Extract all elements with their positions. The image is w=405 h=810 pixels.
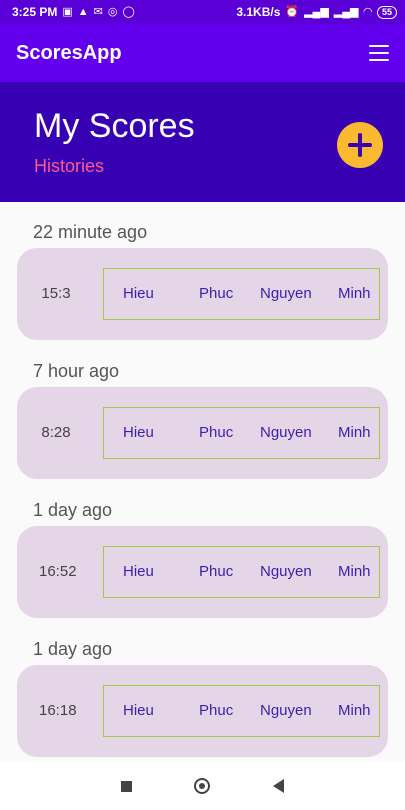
player-name: Phuc [199,285,234,302]
score-card[interactable]: 8:28 Hieu Phuc Nguyen Minh [17,387,388,479]
score-card[interactable]: 16:18 Hieu Phuc Nguyen Minh [17,665,388,757]
status-time: 3:25 PM [12,5,58,19]
time-ago-label: 1 day ago [33,639,113,659]
signal-icon: ▂▄▆ [333,5,359,18]
player-name: Phuc [199,702,234,719]
recents-icon[interactable] [121,780,133,792]
score-value: 8:28 [41,424,71,441]
system-nav-bar [0,762,405,810]
player-name: Hieu [123,702,154,719]
scores-header: My Scores Histories [0,82,405,202]
player-name: Nguyen [260,285,312,302]
players-box: Hieu Phuc Nguyen Minh [103,546,380,598]
add-score-button[interactable] [337,122,383,168]
player-name: Minh [338,702,371,719]
app-title: ScoresApp [16,41,122,64]
time-ago-label: 22 minute ago [33,222,148,242]
time-ago-label: 7 hour ago [33,361,120,381]
whatsapp-icon: ◯ [122,5,135,18]
player-name: Hieu [123,563,154,580]
back-icon[interactable] [272,779,284,793]
player-name: Nguyen [260,424,312,441]
player-name: Hieu [123,424,154,441]
alarm-icon: ⏰ [285,5,300,18]
players-box: Hieu Phuc Nguyen Minh [103,407,380,459]
battery-indicator: 55 [376,5,397,19]
page-subtitle: Histories [34,156,105,176]
menu-icon[interactable] [369,45,389,61]
wifi-icon: ◠ [363,5,372,18]
score-card[interactable]: 15:3 Hieu Phuc Nguyen Minh [17,248,388,340]
score-value: 16:18 [39,702,77,719]
signal-icon: ▂▄▆ [304,5,329,18]
player-name: Phuc [199,563,234,580]
warning-icon: ▲ [77,5,89,18]
app-bar: ScoresApp [0,24,405,82]
image-icon: ▣ [62,5,73,18]
score-value: 16:52 [39,563,77,580]
player-name: Minh [338,424,371,441]
net-speed: 3.1KB/s [236,5,281,19]
status-bar: 3:25 PM ▣ ▲ ✉ ◎ ◯ 3.1KB/s ⏰ ▂▄▆ ▂▄▆ ◠ 55 [0,0,405,24]
time-ago-label: 1 day ago [33,500,113,520]
player-name: Nguyen [260,702,312,719]
list-item: 22 minute ago 15:3 Hieu Phuc Nguyen Minh [0,202,405,341]
player-name: Hieu [123,285,154,302]
player-name: Phuc [199,424,234,441]
home-icon[interactable] [194,778,211,794]
list-item: 7 hour ago 8:28 Hieu Phuc Nguyen Minh [0,341,405,480]
player-name: Minh [338,285,371,302]
list-item: 1 day ago 16:52 Hieu Phuc Nguyen Minh [0,480,405,619]
page-title: My Scores [34,107,195,145]
player-name: Nguyen [260,563,312,580]
players-box: Hieu Phuc Nguyen Minh [103,268,380,320]
status-left: 3:25 PM ▣ ▲ ✉ ◎ ◯ [12,5,135,19]
list-item: 1 day ago 16:18 Hieu Phuc Nguyen Minh [0,619,405,758]
score-history-list: 22 minute ago 15:3 Hieu Phuc Nguyen Minh… [0,202,405,758]
antenna-icon: ◎ [107,5,118,18]
players-box: Hieu Phuc Nguyen Minh [103,685,380,737]
status-right: 3.1KB/s ⏰ ▂▄▆ ▂▄▆ ◠ 55 [236,5,397,19]
score-card[interactable]: 16:52 Hieu Phuc Nguyen Minh [17,526,388,618]
score-value: 15:3 [41,285,71,302]
mail-icon: ✉ [93,5,103,18]
player-name: Minh [338,563,371,580]
